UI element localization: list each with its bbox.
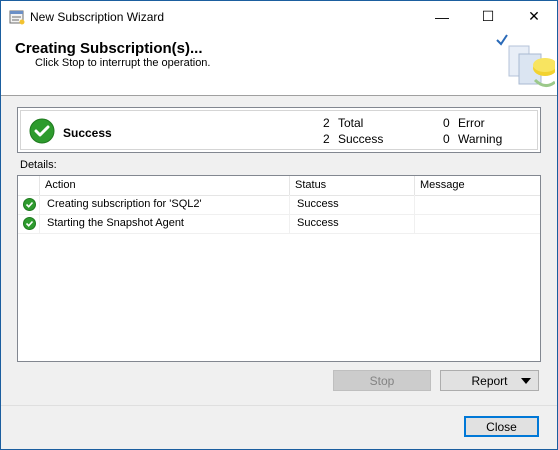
table-row[interactable]: Starting the Snapshot Agent Success — [18, 214, 540, 234]
warning-label: Warning — [458, 132, 503, 146]
close-icon: ✕ — [528, 8, 540, 24]
success-count: 2 — [323, 132, 330, 146]
wizard-header: Creating Subscription(s)... Click Stop t… — [1, 32, 557, 96]
page-subtitle: Click Stop to interrupt the operation. — [35, 57, 211, 69]
dropdown-arrow-icon — [521, 378, 531, 384]
report-button[interactable]: Report — [440, 370, 539, 391]
window-title: New Subscription Wizard — [30, 10, 165, 24]
total-label: Total — [338, 116, 364, 130]
details-grid[interactable]: Action Status Message Creating subscript… — [17, 175, 541, 362]
close-button[interactable]: Close — [464, 416, 539, 437]
wizard-graphic-icon — [496, 34, 555, 87]
maximize-button[interactable]: ☐ — [465, 1, 511, 32]
wizard-app-icon — [9, 10, 25, 25]
column-header-status[interactable]: Status — [295, 179, 326, 191]
page-title: Creating Subscription(s)... — [15, 40, 203, 57]
maximize-icon: ☐ — [481, 8, 495, 24]
column-header-message[interactable]: Message — [420, 179, 465, 191]
table-row[interactable]: Creating subscription for 'SQL2' Success — [18, 195, 540, 215]
success-label: Success — [338, 132, 384, 146]
status-cell: Success — [297, 217, 339, 229]
footer-divider — [1, 405, 557, 406]
status-label: Success — [63, 126, 112, 140]
grid-header: Action Status Message — [18, 176, 540, 196]
minimize-icon: — — [435, 8, 449, 25]
close-window-button[interactable]: ✕ — [511, 1, 557, 32]
success-check-icon — [23, 198, 36, 211]
action-cell: Creating subscription for 'SQL2' — [47, 198, 202, 210]
error-label: Error — [458, 116, 485, 130]
column-header-action[interactable]: Action — [45, 179, 76, 191]
details-label: Details: — [20, 159, 57, 171]
wizard-window: New Subscription Wizard — ☐ ✕ Creating S… — [0, 0, 558, 450]
minimize-button[interactable]: — — [419, 1, 465, 32]
title-bar: New Subscription Wizard — ☐ ✕ — [1, 1, 557, 32]
success-check-icon — [29, 118, 55, 144]
action-cell: Starting the Snapshot Agent — [47, 217, 184, 229]
success-check-icon — [23, 217, 36, 230]
stop-button[interactable]: Stop — [333, 370, 431, 391]
report-label: Report — [471, 373, 508, 388]
total-count: 2 — [323, 116, 330, 130]
error-count: 0 — [443, 116, 450, 130]
status-cell: Success — [297, 198, 339, 210]
summary-panel: Success 2 Total 2 Success 0 Error 0 Warn… — [17, 107, 541, 153]
warning-count: 0 — [443, 132, 450, 146]
